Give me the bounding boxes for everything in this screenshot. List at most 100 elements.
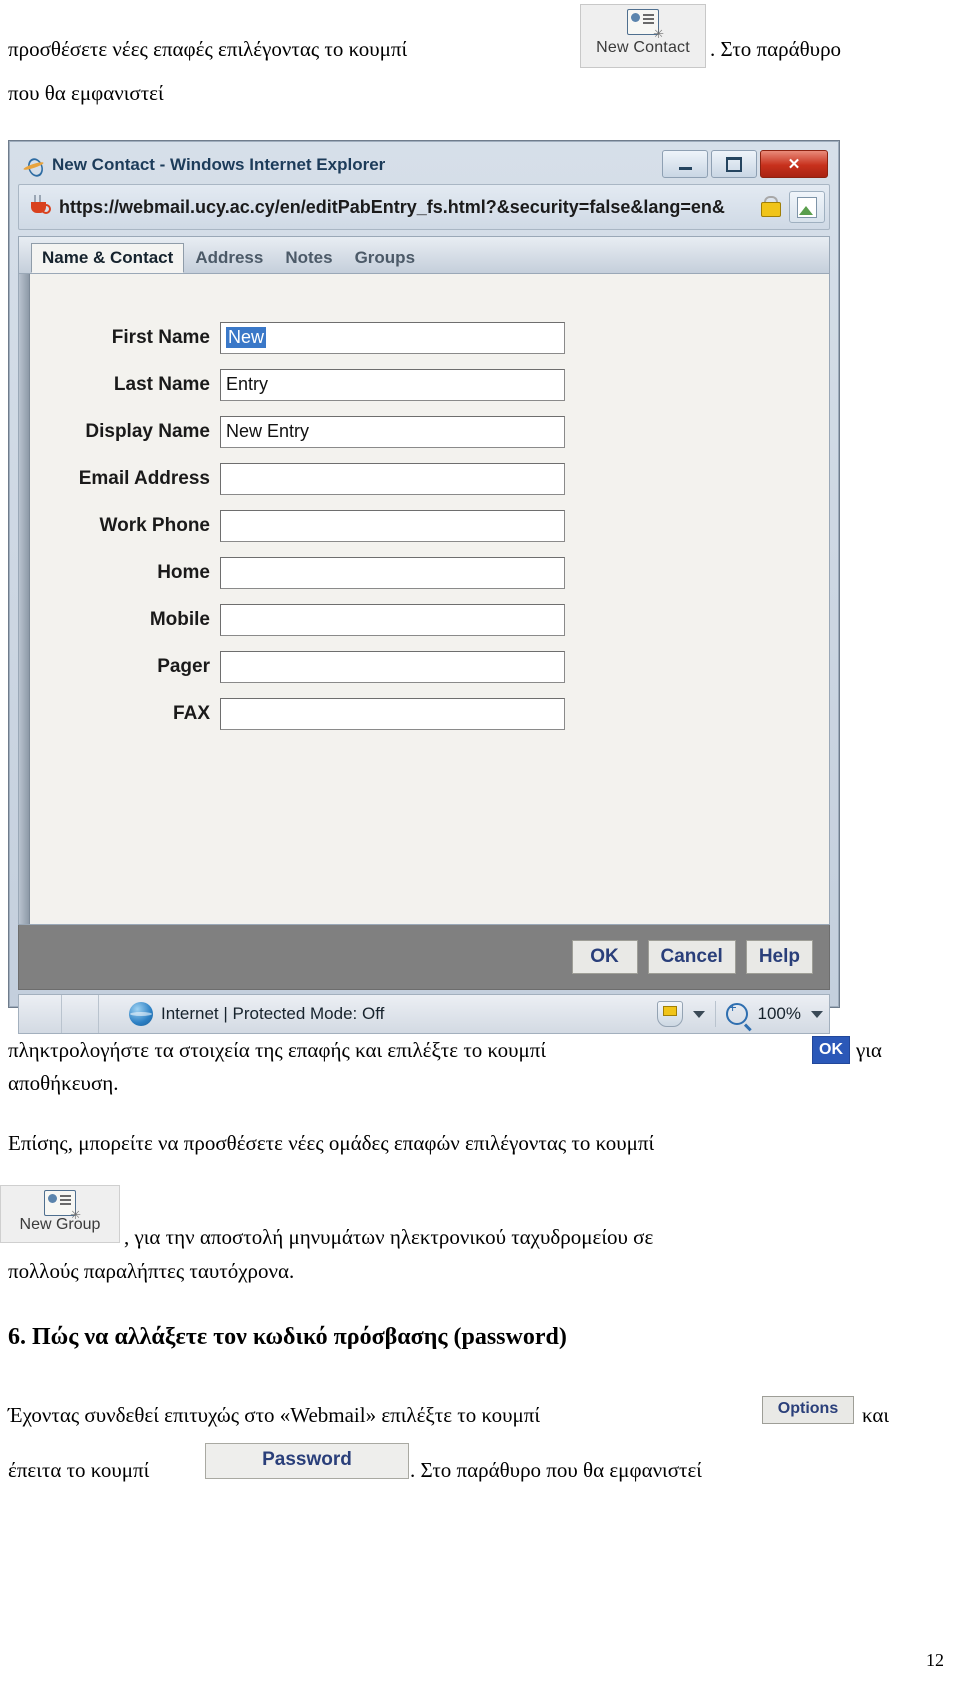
address-bar-url: https://webmail.ucy.ac.cy/en/editPabEntr… [59, 196, 725, 217]
groups-paragraph-line2-text: , για την αποστολή μηνυμάτων ηλεκτρονικο… [124, 1225, 654, 1249]
password-instruction-line2-text: έπειτα το κουμπί [8, 1458, 150, 1482]
password-instruction-line2-tail: . Στο παράθυρο που θα εμφανιστεί [410, 1455, 702, 1485]
label-work-phone: Work Phone [99, 514, 211, 536]
field-row-fax: FAX [30, 690, 829, 737]
tab-address[interactable]: Address [184, 243, 274, 273]
maximize-button[interactable] [711, 150, 757, 178]
contact-card-icon: ✳ [627, 9, 664, 40]
input-fax[interactable] [220, 697, 565, 730]
intro-paragraph-after-button: . Στο παράθυρο [710, 34, 955, 64]
status-segment-1 [25, 995, 62, 1033]
browser-status-bar: Internet | Protected Mode: Off 100% [18, 994, 830, 1034]
contact-form-page: First Name New Last Name Entry Display N… [18, 274, 830, 925]
ok-button[interactable]: OK [571, 940, 638, 974]
label-mobile: Mobile [149, 608, 210, 630]
left-scroll-strip [19, 274, 30, 924]
save-instruction-line1: πληκτρολογήστε τα στοιχεία της επαφής κα… [8, 1035, 808, 1065]
label-last-name: Last Name [113, 373, 210, 395]
internet-zone-globe-icon [129, 1002, 153, 1026]
options-button-image[interactable]: Options [762, 1396, 854, 1424]
zoom-chevron-down-icon[interactable] [811, 1010, 823, 1018]
address-bar[interactable]: https://webmail.ucy.ac.cy/en/editPabEntr… [18, 184, 830, 230]
password-instruction-line1-tail: και [862, 1400, 889, 1430]
tab-groups[interactable]: Groups [344, 243, 426, 273]
protected-mode-shield-icon [656, 1001, 683, 1027]
minimize-button[interactable] [662, 150, 708, 178]
status-segment-2 [62, 995, 99, 1033]
close-button[interactable]: ✕ [760, 150, 828, 178]
save-instruction-tail-text: για [856, 1038, 882, 1062]
intro-paragraph-line1: προσθέσετε νέες επαφές επιλέγοντας το κο… [8, 34, 573, 64]
inline-ok-button[interactable]: OK [812, 1036, 850, 1064]
input-last-name[interactable]: Entry [220, 368, 565, 401]
save-instruction-text: πληκτρολογήστε τα στοιχεία της επαφής κα… [8, 1038, 547, 1062]
intro-paragraph-line2: που θα εμφανιστεί [8, 78, 164, 108]
field-row-last-name: Last Name Entry [30, 361, 829, 408]
new-contact-icon-area: ✳ [581, 5, 705, 40]
zoom-level-text: 100% [757, 1004, 801, 1023]
help-button[interactable]: Help [745, 940, 813, 974]
field-row-display-name: Display Name New Entry [30, 408, 829, 455]
save-instruction-line2: αποθήκευση. [8, 1068, 119, 1098]
page-compatibility-icon[interactable] [789, 191, 825, 223]
tab-name-and-contact[interactable]: Name & Contact [31, 243, 185, 273]
java-coffee-icon [27, 194, 53, 220]
browser-frame: New Contact - Windows Internet Explorer … [9, 141, 839, 1034]
page-number: 12 [926, 1650, 944, 1670]
group-card-icon: ✳ [44, 1190, 81, 1221]
input-mobile[interactable] [220, 603, 565, 636]
form-tabs: Name & Contact Address Notes Groups [18, 236, 830, 274]
sparkle-icon: ✳ [653, 26, 664, 41]
field-row-mobile: Mobile [30, 596, 829, 643]
input-first-name-value: New [226, 327, 267, 348]
password-button-image[interactable]: Password [205, 1443, 409, 1479]
contact-form-fields: First Name New Last Name Entry Display N… [30, 274, 829, 924]
password-instruction-text: Έχοντας συνδεθεί επιτυχώς στο «Webmail» … [8, 1403, 540, 1427]
groups-paragraph-text: Επίσης, μπορείτε να προσθέσετε νέες ομάδ… [8, 1131, 655, 1155]
input-work-phone[interactable] [220, 509, 565, 542]
input-pager[interactable] [220, 650, 565, 683]
cancel-button[interactable]: Cancel [647, 940, 736, 974]
input-display-name[interactable]: New Entry [220, 415, 565, 448]
field-row-home: Home [30, 549, 829, 596]
groups-paragraph-line2: , για την αποστολή μηνυμάτων ηλεκτρονικο… [124, 1222, 934, 1252]
intro-text-part2: . Στο παράθυρο [710, 37, 842, 61]
new-contact-button-image[interactable]: ✳ New Contact [580, 4, 706, 68]
group-sparkle-icon: ✳ [70, 1207, 81, 1222]
internet-explorer-icon [24, 155, 44, 175]
label-fax: FAX [173, 702, 210, 724]
groups-paragraph-line3: πολλούς παραλήπτες ταυτόχρονα. [8, 1256, 294, 1286]
section-heading-6: 6. Πώς να αλλάξετε τον κωδικό πρόσβασης … [8, 1322, 567, 1352]
groups-paragraph-line1: Επίσης, μπορείτε να προσθέσετε νέες ομάδ… [8, 1128, 898, 1158]
label-first-name: First Name [111, 326, 210, 348]
status-zone-text: Internet | Protected Mode: Off [161, 1004, 385, 1023]
intro-text-part1: προσθέσετε νέες επαφές επιλέγοντας το κο… [8, 37, 408, 61]
groups-paragraph-line3-text: πολλούς παραλήπτες ταυτόχρονα. [8, 1259, 295, 1283]
tab-notes[interactable]: Notes [274, 243, 343, 273]
label-home: Home [157, 561, 210, 583]
section-heading-text: 6. Πώς να αλλάξετε τον κωδικό πρόσβασης … [8, 1324, 567, 1350]
input-first-name[interactable]: New [220, 321, 565, 354]
save-instruction-line2-text: αποθήκευση. [8, 1071, 119, 1095]
new-group-button-image[interactable]: ✳ New Group [0, 1185, 120, 1243]
zoom-magnifier-icon[interactable] [725, 999, 748, 1025]
label-display-name: Display Name [85, 420, 210, 442]
browser-window-title: New Contact - Windows Internet Explorer [52, 155, 386, 174]
field-row-work-phone: Work Phone [30, 502, 829, 549]
browser-window-screenshot: New Contact - Windows Internet Explorer … [8, 140, 840, 1034]
field-row-pager: Pager [30, 643, 829, 690]
status-divider [714, 1001, 716, 1027]
chevron-down-icon[interactable] [692, 1010, 705, 1018]
password-instruction-tail-text: και [862, 1403, 890, 1427]
new-contact-button-label: New Contact [596, 39, 690, 56]
save-instruction-tail: για [856, 1035, 882, 1065]
field-row-first-name: First Name New [30, 314, 829, 361]
input-home[interactable] [220, 556, 565, 589]
input-email-address[interactable] [220, 462, 565, 495]
new-group-icon-area: ✳ [1, 1186, 119, 1221]
label-email-address: Email Address [78, 467, 210, 489]
lock-icon [759, 194, 781, 220]
password-instruction-line2: έπειτα το κουμπί [8, 1455, 149, 1485]
dialog-footer: OK Cancel Help [18, 925, 830, 990]
status-bar-right: 100% [656, 999, 823, 1027]
